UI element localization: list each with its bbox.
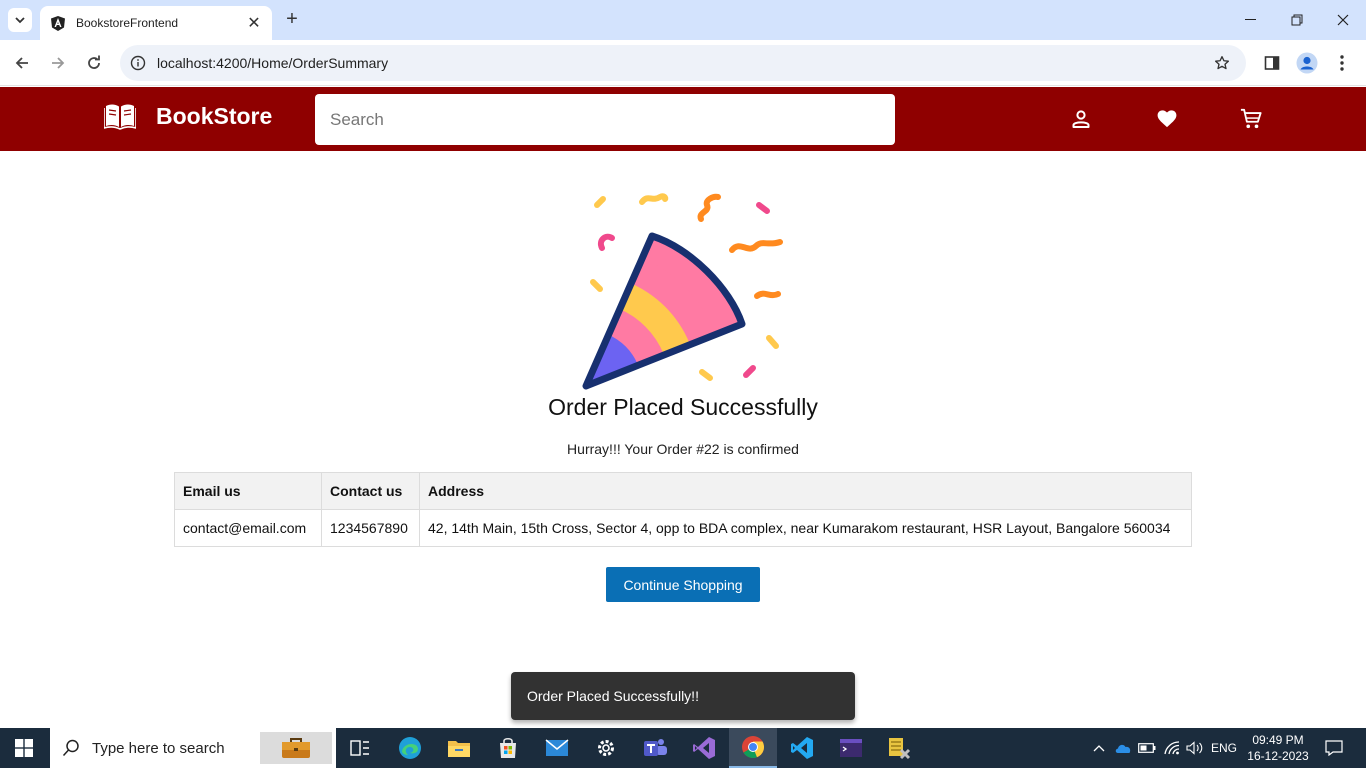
- column-header-address: Address: [419, 472, 1192, 510]
- tray-chevron-up-icon[interactable]: [1090, 728, 1108, 768]
- forward-arrow-icon[interactable]: [46, 51, 70, 75]
- reload-icon[interactable]: [82, 51, 106, 75]
- column-header-email: Email us: [174, 472, 322, 510]
- browser-tab[interactable]: BookstoreFrontend ✕: [40, 6, 272, 40]
- continue-shopping-button[interactable]: Continue Shopping: [606, 567, 760, 602]
- page-title: Order Placed Successfully: [548, 394, 818, 420]
- window-close-icon[interactable]: [1320, 6, 1366, 34]
- party-popper-illustration: [582, 193, 783, 390]
- windows-start-icon[interactable]: [0, 728, 48, 768]
- task-view-icon[interactable]: [336, 728, 384, 768]
- briefcase-icon: [260, 732, 332, 764]
- order-confirmation-text: Hurray!!! Your Order #22 is confirmed: [567, 441, 799, 457]
- wishlist-heart-icon[interactable]: [1154, 106, 1180, 132]
- address-cell: 42, 14th Main, 15th Cross, Sector 4, opp…: [419, 509, 1192, 547]
- menu-kebab-icon[interactable]: [1330, 51, 1354, 75]
- book-icon: [104, 104, 136, 130]
- wifi-icon[interactable]: [1161, 728, 1183, 768]
- tab-search-button[interactable]: [8, 8, 32, 32]
- cart-icon[interactable]: [1238, 106, 1264, 132]
- settings-gear-icon[interactable]: [582, 728, 630, 768]
- search-icon: [62, 739, 79, 757]
- browser-tabstrip: BookstoreFrontend ✕ +: [0, 0, 1366, 40]
- edge-browser-icon[interactable]: [386, 728, 434, 768]
- notifications-icon[interactable]: [1320, 728, 1348, 768]
- tab-title: BookstoreFrontend: [76, 16, 179, 30]
- file-explorer-icon[interactable]: [435, 728, 483, 768]
- onedrive-cloud-icon[interactable]: [1113, 728, 1133, 768]
- side-panel-icon[interactable]: [1260, 51, 1284, 75]
- visual-studio-icon[interactable]: [680, 728, 728, 768]
- microsoft-store-icon[interactable]: [484, 728, 532, 768]
- clock-date: 16-12-2023: [1247, 749, 1309, 763]
- taskbar-search-placeholder: Type here to search: [92, 739, 225, 757]
- column-header-contact: Contact us: [321, 472, 420, 510]
- minimize-icon[interactable]: [1228, 6, 1274, 34]
- battery-icon[interactable]: [1137, 728, 1157, 768]
- clock-time: 09:49 PM: [1252, 733, 1304, 747]
- angular-icon: [50, 15, 66, 31]
- new-tab-plus-icon[interactable]: +: [282, 8, 302, 30]
- brand-name: BookStore: [156, 102, 273, 129]
- taskbar-search-box[interactable]: Type here to search: [50, 728, 336, 768]
- restore-icon[interactable]: [1274, 6, 1320, 34]
- contact-cell: 1234567890: [321, 509, 420, 547]
- table-header-row: Email us Contact us Address: [174, 472, 1192, 510]
- teams-icon[interactable]: [631, 728, 679, 768]
- close-icon[interactable]: ✕: [244, 13, 264, 33]
- brand-logo[interactable]: BookStore: [104, 102, 272, 130]
- profile-icon[interactable]: [1068, 106, 1094, 132]
- snackbar-notification: Order Placed Successfully!!: [511, 672, 855, 720]
- back-arrow-icon[interactable]: [10, 51, 34, 75]
- snackbar-message: Order Placed Successfully!!: [527, 688, 699, 704]
- profile-avatar-icon[interactable]: [1295, 51, 1319, 75]
- app-header: BookStore: [0, 87, 1366, 151]
- language-indicator[interactable]: ENG: [1210, 728, 1238, 768]
- mail-icon[interactable]: [533, 728, 581, 768]
- contact-table: Email us Contact us Address contact@emai…: [174, 472, 1192, 547]
- chrome-icon[interactable]: [729, 728, 777, 768]
- bookmark-star-icon[interactable]: [1212, 53, 1232, 73]
- ssms-database-icon[interactable]: [876, 728, 924, 768]
- windows-taskbar: Type here to search ENG 09:49 PM 16-12-2…: [0, 728, 1366, 768]
- terminal-icon[interactable]: [827, 728, 875, 768]
- email-cell: contact@email.com: [174, 509, 322, 547]
- address-bar[interactable]: localhost:4200/Home/OrderSummary: [120, 45, 1246, 81]
- taskbar-clock[interactable]: 09:49 PM 16-12-2023: [1244, 732, 1312, 764]
- volume-speaker-icon[interactable]: [1185, 728, 1205, 768]
- chevron-down-icon: [15, 17, 25, 24]
- table-row: contact@email.com 1234567890 42, 14th Ma…: [174, 509, 1192, 547]
- search-input[interactable]: [315, 94, 895, 145]
- url-text[interactable]: localhost:4200/Home/OrderSummary: [157, 55, 1212, 71]
- vscode-icon[interactable]: [778, 728, 826, 768]
- browser-toolbar: localhost:4200/Home/OrderSummary: [0, 40, 1366, 86]
- site-info-icon[interactable]: [128, 53, 148, 73]
